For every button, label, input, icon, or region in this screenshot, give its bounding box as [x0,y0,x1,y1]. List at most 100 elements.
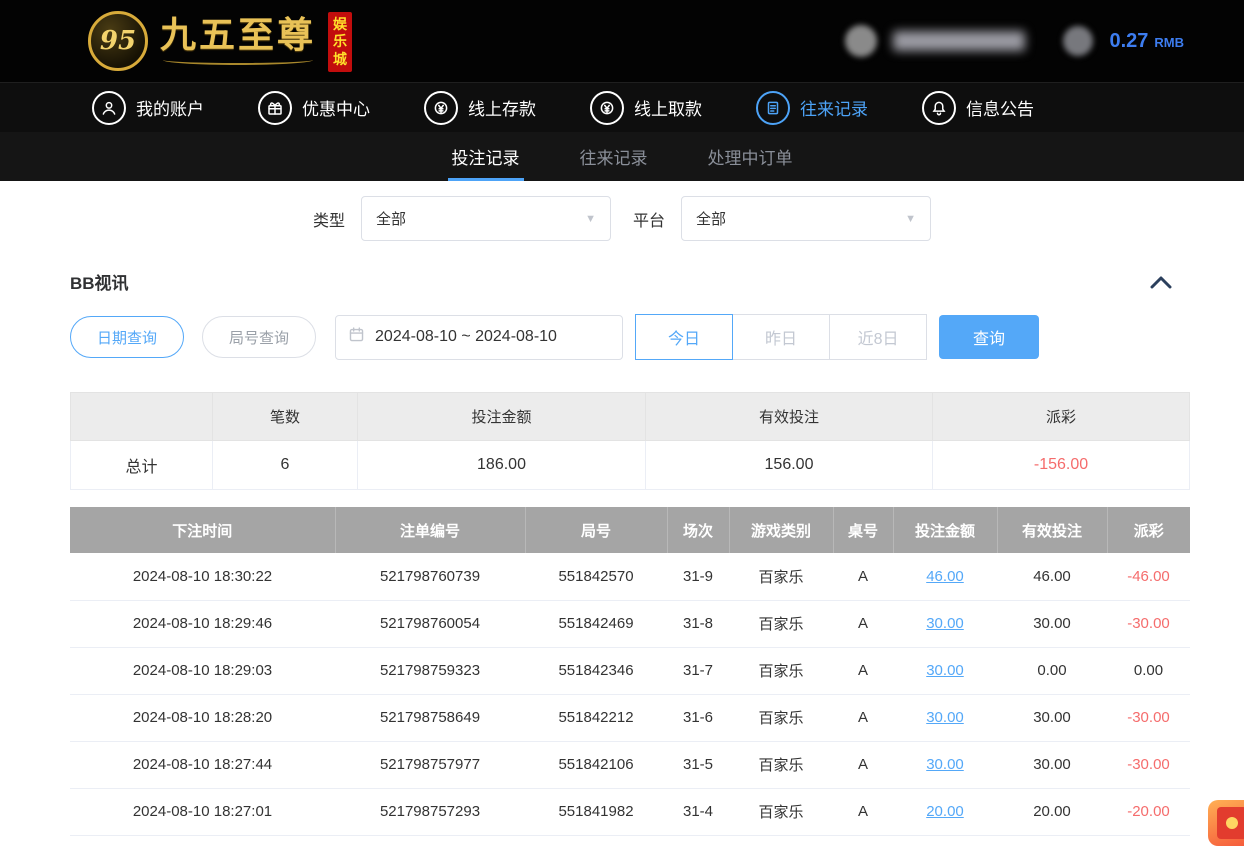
session: 31-9 [667,553,729,600]
date-range-value: 2024-08-10 ~ 2024-08-10 [375,328,557,346]
table-header-row: 下注时间 注单编号 局号 场次 游戏类别 桌号 投注金额 有效投注 派彩 [70,507,1190,553]
table-row: 2024-08-10 18:29:03 521798759323 5518423… [70,647,1190,694]
payout-cell: -30.00 [1107,600,1190,647]
bet-amount-link[interactable]: 30.00 [926,615,964,632]
query-controls: 日期查询 局号查询 2024-08-10 ~ 2024-08-10 今日 昨日 … [0,304,1244,378]
type-select[interactable]: 全部 ▼ [361,196,611,241]
table-no: A [833,788,893,835]
bet-id: 521798757293 [335,788,525,835]
game-type: 百家乐 [729,788,833,835]
nav-item-withdraw[interactable]: 线上取款 [590,91,702,125]
today-button[interactable]: 今日 [635,314,733,360]
user-icon [92,91,126,125]
red-packet-float-button[interactable] [1208,800,1244,846]
section-title: BB视讯 [70,269,129,294]
balance-amount: 0.27 [1109,30,1148,53]
session: 31-4 [667,788,729,835]
summary-header-payout: 派彩 [933,393,1190,441]
summary-header-valid: 有效投注 [646,393,933,441]
table-row: 2024-08-10 18:29:46 521798760054 5518424… [70,600,1190,647]
round-no: 551842106 [525,741,667,788]
table-no: A [833,741,893,788]
payout-cell: -46.00 [1107,553,1190,600]
round-no: 551842469 [525,600,667,647]
game-type: 百家乐 [729,600,833,647]
table-row: 2024-08-10 18:27:01 521798757293 5518419… [70,788,1190,835]
date-query-button[interactable]: 日期查询 [70,316,184,358]
bet-amount-link[interactable]: 30.00 [926,709,964,726]
col-table-no: 桌号 [833,507,893,553]
type-filter-label: 类型 [313,207,345,231]
coin-icon [1063,26,1093,56]
table-row: 2024-08-10 18:28:20 521798758649 5518422… [70,694,1190,741]
payout-cell: 0.00 [1107,647,1190,694]
valid-bet: 46.00 [997,553,1107,600]
username-redacted [893,31,1025,51]
game-type: 百家乐 [729,694,833,741]
summary-header-row: 笔数 投注金额 有效投注 派彩 [71,393,1190,441]
bet-time: 2024-08-10 18:29:46 [70,600,335,647]
round-no: 551842570 [525,553,667,600]
filter-row: 类型 全部 ▼ 平台 全部 ▼ [0,181,1244,257]
collapse-chevron-up-icon[interactable] [1150,275,1172,289]
nav-item-my-account[interactable]: 我的账户 [92,91,204,125]
summary-count: 6 [213,441,358,490]
last-8-days-button[interactable]: 近8日 [829,314,927,360]
payout-cell: -20.00 [1107,788,1190,835]
platform-select-value: 全部 [696,208,726,229]
nav-label: 信息公告 [966,95,1034,120]
main-nav: 我的账户 优惠中心 线上存款 线上取款 往来记录 信息公告 [0,82,1244,132]
payout-cell: -30.00 [1107,741,1190,788]
bet-amount-link[interactable]: 30.00 [926,662,964,679]
payout-cell: -30.00 [1107,694,1190,741]
session: 31-5 [667,741,729,788]
bet-time: 2024-08-10 18:27:01 [70,788,335,835]
table-no: A [833,694,893,741]
nav-label: 优惠中心 [302,95,370,120]
section-head: BB视讯 [0,257,1244,304]
search-button[interactable]: 查询 [939,315,1039,359]
type-select-value: 全部 [376,208,406,229]
bet-time: 2024-08-10 18:28:20 [70,694,335,741]
summary-header-blank [71,393,213,441]
platform-select[interactable]: 全部 ▼ [681,196,931,241]
bet-amount-link[interactable]: 20.00 [926,803,964,820]
summary-header-count: 笔数 [213,393,358,441]
brand-name: 九五至尊 [160,17,316,53]
bet-id: 521798760739 [335,553,525,600]
tab-transaction-records[interactable]: 往来记录 [550,132,678,181]
top-header: 95 九五至尊 娱乐城 0.27 RMB [0,0,1244,82]
withdraw-coin-icon [590,91,624,125]
nav-item-deposit[interactable]: 线上存款 [424,91,536,125]
red-envelope-icon [1217,807,1244,839]
game-type: 百家乐 [729,553,833,600]
logo-emblem-icon: 95 [88,11,148,71]
nav-item-transaction-records[interactable]: 往来记录 [756,91,868,125]
valid-bet: 30.00 [997,600,1107,647]
tab-processing-orders[interactable]: 处理中订单 [678,132,823,181]
nav-item-announcements[interactable]: 信息公告 [922,91,1034,125]
avatar[interactable] [845,25,877,57]
balance-display[interactable]: 0.27 RMB [1109,30,1184,53]
valid-bet: 20.00 [997,788,1107,835]
session: 31-8 [667,600,729,647]
site-logo[interactable]: 95 九五至尊 娱乐城 [88,10,352,73]
yesterday-button[interactable]: 昨日 [732,314,830,360]
nav-item-promotions[interactable]: 优惠中心 [258,91,370,125]
table-row: 2024-08-10 18:30:22 521798760739 5518425… [70,553,1190,600]
round-query-button[interactable]: 局号查询 [202,316,316,358]
session: 31-7 [667,647,729,694]
records-icon [756,91,790,125]
summary-bet: 186.00 [358,441,646,490]
tab-betting-records[interactable]: 投注记录 [422,132,550,181]
quick-date-button-group: 今日 昨日 近8日 [636,314,927,360]
bet-time: 2024-08-10 18:27:44 [70,741,335,788]
bet-amount-link[interactable]: 30.00 [926,756,964,773]
bet-amount-link[interactable]: 46.00 [926,568,964,585]
bet-time: 2024-08-10 18:30:22 [70,553,335,600]
valid-bet: 0.00 [997,647,1107,694]
bet-id: 521798760054 [335,600,525,647]
summary-header-bet: 投注金额 [358,393,646,441]
date-range-input[interactable]: 2024-08-10 ~ 2024-08-10 [335,315,623,360]
platform-filter-group: 平台 全部 ▼ [633,196,931,241]
